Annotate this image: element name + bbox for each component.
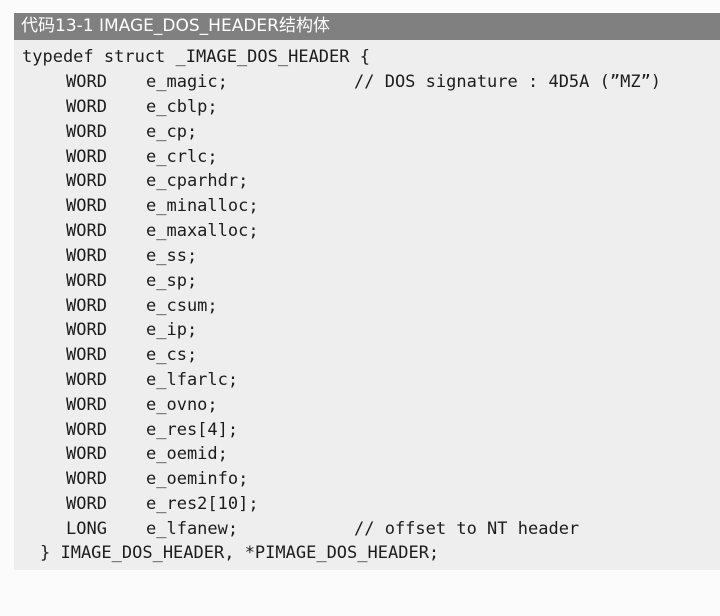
field-type: WORD bbox=[66, 320, 107, 341]
field-name: e_ip; bbox=[146, 320, 198, 341]
field-type: WORD bbox=[66, 295, 107, 316]
field-type: WORD bbox=[66, 146, 107, 167]
struct-open-line: typedef struct _IMAGE_DOS_HEADER { bbox=[0, 45, 370, 70]
field-type: WORD bbox=[66, 494, 107, 515]
field-type: WORD bbox=[66, 394, 107, 415]
field-type: LONG bbox=[66, 518, 107, 539]
field-name: e_minalloc; bbox=[146, 196, 259, 217]
struct-close-text: } IMAGE_DOS_HEADER, *PIMAGE_DOS_HEADER; bbox=[40, 543, 440, 563]
field-name: e_cp; bbox=[146, 121, 198, 142]
field-type: WORD bbox=[66, 469, 107, 490]
field-name: e_res2[10]; bbox=[146, 494, 259, 515]
struct-close-line: } IMAGE_DOS_HEADER, *PIMAGE_DOS_HEADER; bbox=[0, 541, 439, 566]
field-name: e_maxalloc; bbox=[146, 221, 259, 241]
field-name: e_csum; bbox=[146, 295, 218, 316]
document-page: 代码13-1 IMAGE_DOS_HEADER结构体 typedef struc… bbox=[0, 0, 720, 584]
field-type: WORD bbox=[66, 72, 107, 92]
field-name: e_lfarlc; bbox=[146, 370, 239, 390]
listing-caption: 代码13-1 IMAGE_DOS_HEADER结构体 bbox=[14, 13, 720, 40]
code-listing-panel bbox=[14, 40, 720, 570]
field-type: WORD bbox=[66, 121, 107, 142]
field-type: WORD bbox=[66, 221, 107, 241]
field-type: WORD bbox=[66, 196, 107, 217]
field-name: e_res[4]; bbox=[146, 419, 239, 440]
field-name: e_cparhdr; bbox=[146, 171, 249, 192]
field-name: e_cblp; bbox=[146, 96, 218, 117]
field-comment: // DOS signature : 4D5A (”MZ”) bbox=[354, 72, 662, 92]
field-type: WORD bbox=[66, 345, 107, 366]
field-comment: // offset to NT header bbox=[354, 518, 580, 539]
field-type: WORD bbox=[66, 370, 107, 390]
field-type: WORD bbox=[66, 245, 107, 266]
field-name: e_ss; bbox=[146, 245, 198, 266]
field-type: WORD bbox=[66, 419, 107, 440]
field-type: WORD bbox=[66, 96, 107, 117]
field-name: e_crlc; bbox=[146, 146, 218, 167]
field-name: e_sp; bbox=[146, 270, 198, 291]
field-name: e_cs; bbox=[146, 345, 198, 366]
field-name: e_ovno; bbox=[146, 394, 218, 415]
field-name: e_lfanew; bbox=[146, 518, 239, 539]
field-type: WORD bbox=[66, 270, 107, 291]
field-name: e_oemid; bbox=[146, 444, 228, 465]
field-name: e_magic; bbox=[146, 72, 228, 92]
field-type: WORD bbox=[66, 444, 107, 465]
field-name: e_oeminfo; bbox=[146, 469, 249, 490]
field-type: WORD bbox=[66, 171, 107, 192]
struct-open-text: typedef struct _IMAGE_DOS_HEADER { bbox=[22, 47, 370, 67]
